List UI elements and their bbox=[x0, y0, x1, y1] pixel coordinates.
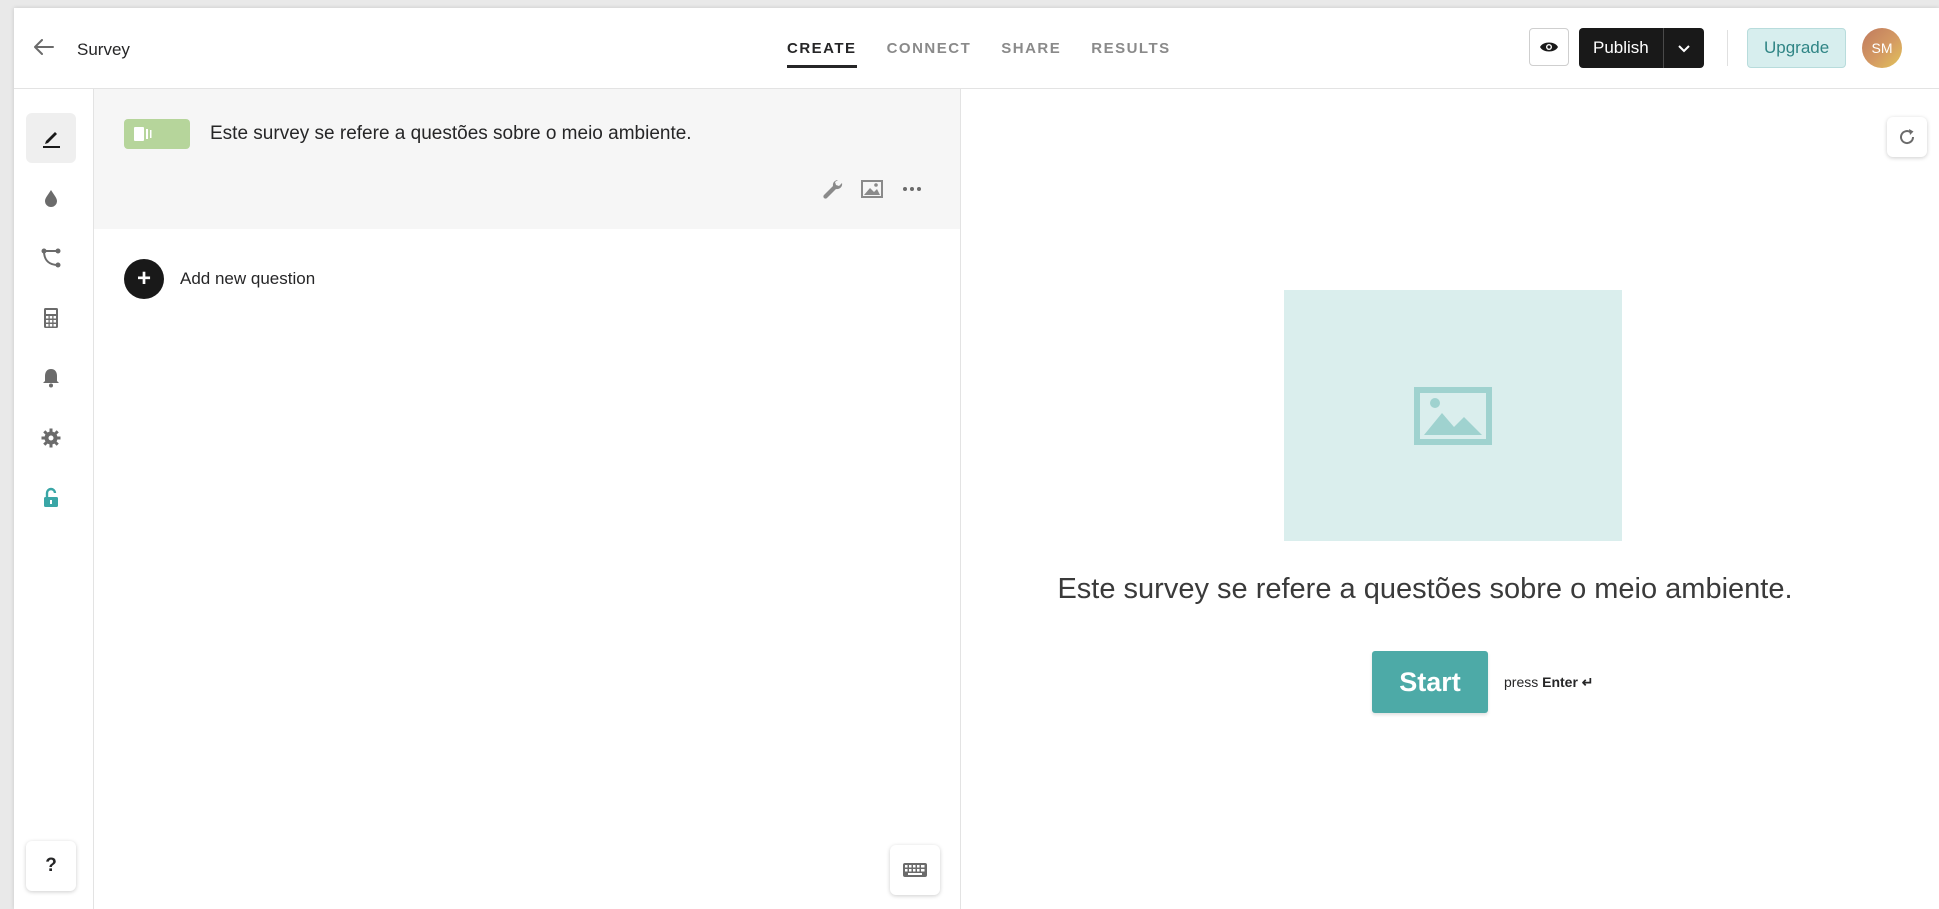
logic-flow-icon bbox=[41, 248, 61, 268]
publish-button-group: Publish bbox=[1579, 28, 1704, 68]
image-placeholder-icon bbox=[1414, 386, 1492, 445]
start-button[interactable]: Start bbox=[1372, 651, 1488, 713]
tab-share[interactable]: SHARE bbox=[1001, 40, 1061, 68]
bell-icon bbox=[43, 369, 59, 388]
tab-create[interactable]: CREATE bbox=[787, 40, 857, 68]
left-tool-rail: ? bbox=[14, 89, 94, 909]
refresh-preview-button[interactable] bbox=[1887, 117, 1927, 157]
main-tabs: CREATE CONNECT SHARE RESULTS bbox=[787, 40, 1201, 68]
drop-icon bbox=[45, 190, 57, 207]
keyboard-shortcuts-button[interactable] bbox=[890, 845, 940, 895]
publish-button[interactable]: Publish bbox=[1579, 28, 1663, 68]
welcome-image-placeholder bbox=[1284, 290, 1622, 541]
preview-panel: Este survey se refere a questões sobre o… bbox=[961, 89, 1939, 909]
welcome-screen-badge[interactable] bbox=[124, 119, 190, 149]
back-arrow-icon[interactable] bbox=[30, 35, 58, 59]
add-new-question-label: Add new question bbox=[180, 269, 316, 288]
enter-key-label: Enter ↵ bbox=[1542, 673, 1594, 690]
gear-icon bbox=[41, 428, 61, 448]
calculator-icon bbox=[44, 308, 58, 328]
tab-results[interactable]: RESULTS bbox=[1091, 40, 1170, 68]
image-icon[interactable] bbox=[860, 177, 884, 201]
rail-item-logic[interactable] bbox=[26, 233, 76, 283]
add-new-question-button[interactable]: + Add new question bbox=[124, 259, 315, 299]
more-options-icon[interactable] bbox=[900, 177, 924, 201]
welcome-screen-text[interactable]: Este survey se refere a questões sobre o… bbox=[210, 123, 692, 145]
publish-options-button[interactable] bbox=[1662, 28, 1704, 68]
help-button[interactable]: ? bbox=[26, 841, 76, 891]
editor-panel: Este survey se refere a questões sobre o… bbox=[94, 89, 961, 909]
card-toolbar bbox=[820, 177, 924, 201]
rail-item-calculator[interactable] bbox=[26, 293, 76, 343]
wrench-icon[interactable] bbox=[820, 177, 844, 201]
unlock-icon bbox=[44, 487, 58, 507]
divider bbox=[1727, 30, 1728, 66]
rail-item-notifications[interactable] bbox=[26, 353, 76, 403]
rail-item-settings[interactable] bbox=[26, 413, 76, 463]
upgrade-button[interactable]: Upgrade bbox=[1747, 28, 1847, 68]
form-title[interactable]: Survey bbox=[77, 40, 130, 60]
welcome-screen-icon bbox=[134, 127, 152, 141]
preview-eye-button[interactable] bbox=[1529, 28, 1569, 66]
avatar[interactable]: SM bbox=[1862, 28, 1902, 68]
top-bar: Survey CREATE CONNECT SHARE RESULTS Publ… bbox=[14, 8, 1939, 89]
eye-icon bbox=[1540, 42, 1558, 52]
press-label: press bbox=[1504, 673, 1539, 690]
press-enter-hint: press Enter ↵ bbox=[1504, 674, 1594, 691]
chevron-down-icon bbox=[1678, 44, 1690, 52]
plus-icon: + bbox=[124, 259, 164, 299]
rail-item-design[interactable] bbox=[26, 173, 76, 223]
rail-item-access[interactable] bbox=[26, 473, 76, 523]
pen-icon bbox=[43, 132, 60, 148]
tab-connect[interactable]: CONNECT bbox=[887, 40, 972, 68]
refresh-icon bbox=[1900, 129, 1915, 145]
keyboard-icon bbox=[903, 863, 927, 877]
welcome-screen-card[interactable]: Este survey se refere a questões sobre o… bbox=[94, 89, 960, 229]
preview-welcome-text: Este survey se refere a questões sobre o… bbox=[1057, 573, 1793, 605]
rail-item-content[interactable] bbox=[26, 113, 76, 163]
app-window: Survey CREATE CONNECT SHARE RESULTS Publ… bbox=[14, 8, 1939, 909]
start-row: Start press Enter ↵ bbox=[1372, 651, 1594, 713]
